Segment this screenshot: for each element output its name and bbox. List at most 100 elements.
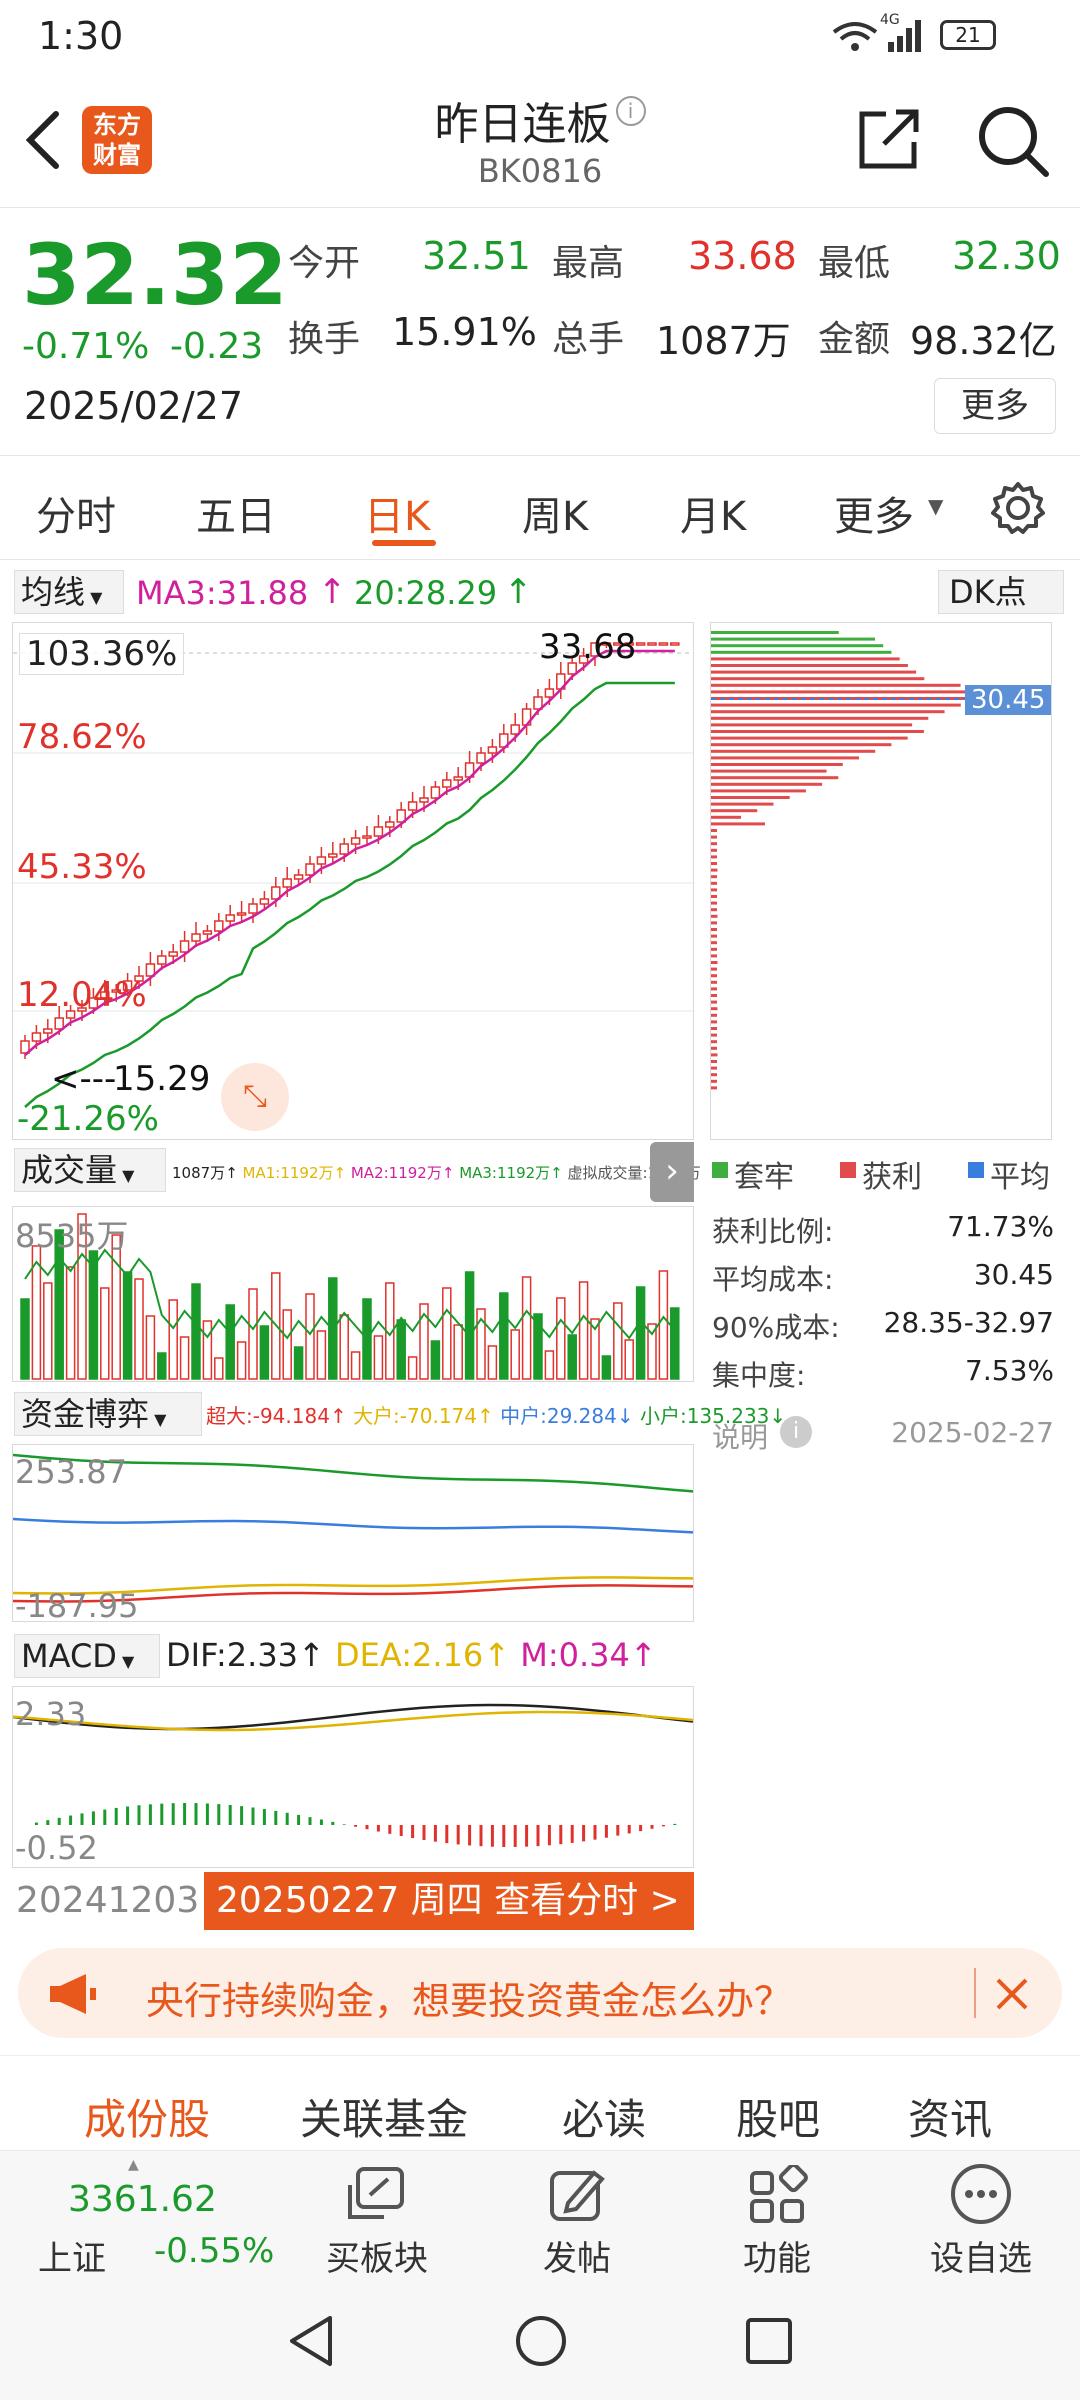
candle-body [487, 746, 498, 754]
profit-ratio-label: 获利比例: [712, 1215, 834, 1248]
tab-monthly-k[interactable]: 月K [680, 484, 746, 542]
macd-top-label: 2.33 [15, 1695, 87, 1733]
tab-more[interactable]: 更多 [834, 484, 914, 542]
volume-bar [396, 1319, 406, 1380]
candle-body [635, 642, 646, 646]
chip-bar [711, 921, 717, 925]
quote-panel: 32.32 -0.71% -0.23 2025/02/27 今开 32.51 最… [0, 208, 1080, 456]
chip-bar [711, 730, 924, 733]
chip-bar [711, 848, 717, 852]
profit-ratio-value: 71.73% [947, 1210, 1054, 1243]
fund-bottom-label: -187.95 [15, 1587, 139, 1625]
volume-bar [134, 1278, 144, 1380]
volume-bar [43, 1282, 53, 1380]
high-marker: 33.68 [539, 627, 637, 667]
kline-chart[interactable]: 103.36% 78.62% 45.33% 12.04% -21.26% 33.… [12, 622, 694, 1140]
tab-weekly-k[interactable]: 周K [522, 484, 588, 542]
back-icon[interactable] [22, 110, 62, 170]
volume-bar [259, 1325, 270, 1380]
volume-info-row: 1087万↑ MA1:1192万↑ MA2:1192万↑ MA3:1192万↑ … [172, 1164, 701, 1182]
news-banner[interactable]: 央行持续购金，想要投资黄金怎么办？ [18, 1948, 1062, 2038]
tab-forum[interactable]: 股吧 [736, 2086, 820, 2147]
dk-point-button[interactable]: DK点 [938, 570, 1064, 614]
candle-body [442, 779, 452, 788]
chip-bar [711, 822, 765, 826]
share-icon[interactable] [856, 106, 922, 172]
candle-body [647, 642, 657, 646]
candle-body [328, 853, 338, 858]
candle-body [476, 752, 486, 764]
buy-sector-icon [348, 2167, 404, 2219]
macd-canvas [13, 1703, 693, 1847]
chip-bar [711, 743, 892, 747]
chip-bar [711, 710, 945, 714]
fund-selector-label: 资金博弈 [21, 1395, 150, 1433]
view-intraday-button[interactable]: 20250227 周四 查看分时 > [204, 1872, 694, 1930]
chevron-right-icon[interactable]: › [650, 1142, 694, 1202]
fund-selector[interactable]: 资金博弈 ▼ [14, 1392, 202, 1436]
volume-chart: 8535万 [12, 1206, 694, 1382]
functions-button[interactable]: 功能 [692, 2151, 862, 2281]
close-icon[interactable] [992, 1974, 1032, 2014]
candle-body [419, 797, 429, 803]
volume-bar [179, 1336, 190, 1380]
nav-back-icon[interactable] [286, 2314, 334, 2368]
tab-related-funds[interactable]: 关联基金 [300, 2086, 468, 2147]
grid-icon [750, 2165, 808, 2223]
quote-date: 2025/02/27 [24, 384, 244, 428]
candle-body [316, 856, 327, 865]
volume-bar [339, 1314, 349, 1380]
volume-selector[interactable]: 成交量 ▼ [14, 1148, 166, 1192]
tab-news[interactable]: 资讯 [908, 2086, 992, 2147]
nav-home-icon[interactable] [514, 2314, 568, 2368]
low-label: 最低 [818, 243, 891, 284]
news-divider [974, 1968, 976, 2018]
tab-five-day[interactable]: 五日 [196, 484, 276, 542]
volume-ma-line [24, 1248, 676, 1341]
nav-recents-icon[interactable] [744, 2316, 794, 2366]
chip-bar [711, 1046, 717, 1050]
brand-logo[interactable]: 东方 财富 [82, 106, 152, 174]
tab-constituents[interactable]: 成份股 [84, 2086, 210, 2147]
search-icon[interactable] [976, 104, 1050, 178]
volume-bar [567, 1334, 577, 1380]
open-label: 今开 [288, 243, 361, 284]
gear-icon[interactable] [990, 480, 1046, 536]
news-text: 央行持续购金，想要投资黄金怎么办？ [146, 1979, 793, 2023]
low-marker: 15.29 [113, 1059, 211, 1099]
macd-selector[interactable]: MACD ▼ [14, 1634, 160, 1678]
index-ticker[interactable]: ▲ 3361.62 上证 -0.55% [0, 2151, 300, 2281]
status-bar: 1:30 4G 21 [0, 0, 1080, 72]
start-date: 20241203 [16, 1880, 200, 1921]
volume-bar [20, 1298, 30, 1380]
chip-bar [711, 1000, 717, 1004]
index-value: 3361.62 [68, 2179, 217, 2220]
volume-bar [214, 1357, 224, 1380]
tab-intraday[interactable]: 分时 [36, 484, 116, 542]
change-amount: -0.23 [170, 326, 264, 367]
volume-bar [544, 1350, 555, 1380]
wifi-icon [832, 22, 878, 51]
buy-sector-button[interactable]: 买板块 [292, 2151, 462, 2281]
chip-bar [711, 842, 717, 846]
low-value: 32.30 [952, 234, 1061, 278]
macd-dea: DEA:2.16 [335, 1636, 484, 1674]
caret-up-icon: ▲ [128, 2157, 139, 2173]
more-button[interactable]: 更多 [934, 378, 1056, 434]
volume-bar [613, 1302, 623, 1380]
info-icon[interactable]: i [615, 96, 646, 126]
post-button[interactable]: 发帖 [492, 2151, 662, 2281]
add-watchlist-button[interactable]: 设自选 [896, 2151, 1066, 2281]
volume-bar [624, 1339, 634, 1380]
more-dots-icon [951, 2164, 1011, 2224]
ma-selector[interactable]: 均线 ▼ [14, 570, 124, 614]
tab-must-read[interactable]: 必读 [562, 2086, 646, 2147]
content-tabs: 成份股 关联基金 必读 股吧 资讯 [0, 2055, 1080, 2150]
tab-daily-k[interactable]: 日K [364, 484, 430, 542]
bottom-dock: ▲ 3361.62 上证 -0.55% 买板块 发帖 功能 设自选 [0, 2150, 1080, 2280]
volume-bar [248, 1288, 258, 1380]
active-tab-indicator [372, 540, 436, 546]
chip-bar [711, 961, 718, 964]
expand-icon[interactable]: ⤡ [221, 1063, 289, 1131]
turnover-value: 15.91% [392, 310, 537, 354]
